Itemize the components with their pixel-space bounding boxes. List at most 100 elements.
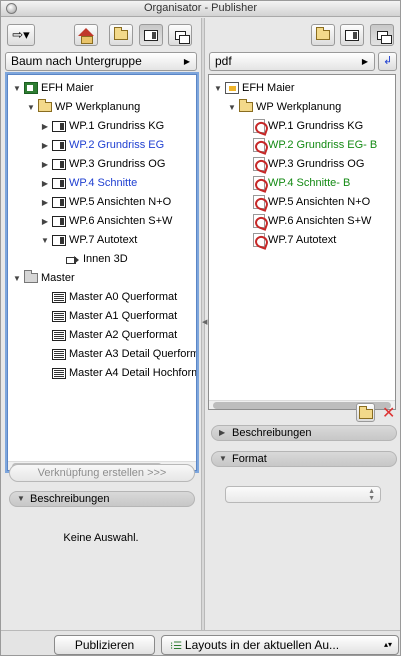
delete-x-icon: ✕ bbox=[382, 405, 396, 422]
layout-icon bbox=[52, 158, 66, 170]
publisher-set-options-button[interactable]: ↲ bbox=[378, 52, 397, 71]
organizer-tree[interactable]: ▼ EFH Maier ▼ WP Werkplanung ▶ WP.1 Grundriss… bbox=[7, 74, 197, 471]
descriptions-section-label: Beschreibungen bbox=[232, 427, 312, 439]
disclosure-triangle-icon[interactable]: ▼ bbox=[40, 236, 50, 245]
descriptions-section-right[interactable]: ▶ Beschreibungen bbox=[211, 425, 397, 441]
close-icon[interactable] bbox=[6, 3, 17, 14]
tree-row-label: Master A3 Detail Querformat bbox=[69, 348, 197, 360]
tree-row-label: EFH Maier bbox=[41, 82, 94, 94]
tree-row-label: WP.6 Ansichten S+W bbox=[268, 215, 372, 227]
tree-row[interactable]: WP.7 Autotext bbox=[209, 231, 336, 249]
tree-row[interactable]: Innen 3D bbox=[8, 250, 128, 268]
tree-row[interactable]: ▼ Master bbox=[8, 269, 75, 287]
right-view-map-button[interactable] bbox=[311, 24, 335, 46]
publish-button[interactable]: Publizieren bbox=[54, 635, 155, 655]
layout-icon bbox=[144, 29, 158, 41]
layout-icon bbox=[52, 215, 66, 227]
tree-row[interactable]: WP.5 Ansichten N+O bbox=[209, 193, 370, 211]
tree-row-label: WP.3 Grundriss OG bbox=[69, 158, 166, 170]
tree-row[interactable]: ▶ WP.4 Schnitte bbox=[8, 174, 137, 192]
tree-row-label: WP.5 Ansichten N+O bbox=[69, 196, 172, 208]
disclosure-triangle-icon[interactable]: ▶ bbox=[40, 198, 50, 207]
options-icon: ↲ bbox=[383, 55, 393, 67]
tree-row-label: Master bbox=[41, 272, 75, 284]
disclosure-triangle-icon[interactable]: ▼ bbox=[12, 274, 22, 283]
publisher-set-dropdown[interactable]: pdf ▶ bbox=[209, 52, 375, 71]
disclosure-triangle-icon[interactable]: ▼ bbox=[12, 84, 22, 93]
format-section[interactable]: ▼ Format bbox=[211, 451, 397, 467]
export-button[interactable]: ⇨▾ bbox=[7, 24, 35, 46]
tree-row[interactable]: ▶ WP.1 Grundriss KG bbox=[8, 117, 164, 135]
master-icon bbox=[52, 329, 66, 341]
tree-row-label: WP.1 Grundriss KG bbox=[69, 120, 165, 132]
right-publisher-sets-button[interactable] bbox=[370, 24, 394, 46]
tree-row[interactable]: Master A1 Querformat bbox=[8, 307, 177, 325]
tree-row[interactable]: ▼ EFH Maier bbox=[209, 79, 295, 97]
tree-row-label: WP.4 Schnitte bbox=[69, 177, 138, 189]
list-icon: ⁝☰ bbox=[170, 641, 185, 652]
disclosure-triangle-icon[interactable]: ▼ bbox=[26, 103, 36, 112]
tree-row[interactable]: WP.6 Ansichten S+W bbox=[209, 212, 371, 230]
pdf-icon bbox=[253, 157, 265, 171]
tree-row[interactable]: WP.1 Grundriss KG bbox=[209, 117, 363, 135]
tree-row[interactable]: ▼ EFH Maier bbox=[8, 79, 94, 97]
layout-icon bbox=[52, 120, 66, 132]
disclosure-triangle-icon[interactable]: ▶ bbox=[40, 141, 50, 150]
format-select[interactable]: ▲ ▼ bbox=[225, 486, 381, 503]
format-section-label: Format bbox=[232, 453, 267, 465]
tree-row-label: WP.4 Schnitte- B bbox=[268, 177, 351, 189]
tree-row[interactable]: ▼ WP.7 Autotext bbox=[8, 231, 137, 249]
tree-row[interactable]: WP.3 Grundriss OG bbox=[209, 155, 364, 173]
tree-mode-dropdown[interactable]: Baum nach Untergruppe ▶ bbox=[5, 52, 197, 71]
right-layout-book-button[interactable] bbox=[340, 24, 364, 46]
tree-row[interactable]: Master A4 Detail Hochformat bbox=[8, 364, 196, 382]
tree-row[interactable]: Master A3 Detail Querformat bbox=[8, 345, 197, 363]
project-map-button[interactable] bbox=[74, 24, 98, 46]
tree-row-label: Innen 3D bbox=[83, 253, 128, 265]
layout-book-button[interactable] bbox=[139, 24, 163, 46]
master-icon bbox=[52, 310, 66, 322]
tree-row[interactable]: WP.4 Schnitte- B bbox=[209, 174, 350, 192]
tree-row[interactable]: Master A0 Querformat bbox=[8, 288, 177, 306]
publisher-sets-button[interactable] bbox=[168, 24, 192, 46]
no-selection-text: Keine Auswahl. bbox=[63, 532, 139, 544]
create-link-button[interactable]: Verknüpfung erstellen >>> bbox=[9, 464, 195, 482]
layout-icon bbox=[345, 29, 359, 41]
disclosure-triangle-icon[interactable]: ▶ bbox=[40, 160, 50, 169]
tree-row[interactable]: ▶ WP.2 Grundriss EG bbox=[8, 136, 164, 154]
layout-icon bbox=[52, 196, 66, 208]
layout-icon bbox=[52, 139, 66, 151]
tree-row[interactable]: ▶ WP.6 Ansichten S+W bbox=[8, 212, 173, 230]
publish-scope-dropdown[interactable]: ⁝☰ Layouts in der aktuellen Au... ▴▾ bbox=[161, 635, 399, 655]
tree-row[interactable]: ▼ WP Werkplanung bbox=[8, 98, 140, 116]
new-folder-button[interactable] bbox=[356, 403, 375, 422]
disclosure-triangle-icon[interactable]: ▶ bbox=[40, 122, 50, 131]
descriptions-section-left[interactable]: ▼ Beschreibungen bbox=[9, 491, 195, 507]
view-map-button[interactable] bbox=[109, 24, 133, 46]
tree-mode-value: Baum nach Untergruppe bbox=[11, 54, 142, 68]
rootpub-icon bbox=[225, 82, 239, 94]
tree-row[interactable]: ▶ WP.5 Ansichten N+O bbox=[8, 193, 171, 211]
window-title: Organisator - Publisher bbox=[143, 2, 258, 14]
pdf-icon bbox=[253, 214, 265, 228]
disclosure-triangle-icon[interactable]: ▶ bbox=[40, 217, 50, 226]
disclosure-triangle-icon: ▶ bbox=[219, 428, 226, 437]
disclosure-triangle-icon[interactable]: ▼ bbox=[227, 103, 237, 112]
bottom-bar: Publizieren ⁝☰ Layouts in der aktuellen … bbox=[1, 630, 400, 655]
pdf-icon bbox=[253, 233, 265, 247]
folder-icon bbox=[38, 99, 52, 112]
dropdown-arrow-icon: ▶ bbox=[183, 57, 190, 66]
delete-button[interactable]: ✕ bbox=[378, 403, 397, 422]
pdf-icon bbox=[253, 176, 265, 190]
title-bar[interactable]: Organisator - Publisher bbox=[1, 1, 400, 17]
descriptions-section-label: Beschreibungen bbox=[30, 493, 110, 505]
disclosure-triangle-icon[interactable]: ▶ bbox=[40, 179, 50, 188]
publisher-window: Organisator - Publisher ⇨▾ Baum nach Unt… bbox=[0, 0, 401, 656]
tree-row[interactable]: Master A2 Querformat bbox=[8, 326, 177, 344]
tree-row[interactable]: WP.2 Grundriss EG- B bbox=[209, 136, 377, 154]
tree-row[interactable]: ▶ WP.3 Grundriss OG bbox=[8, 155, 165, 173]
disclosure-triangle-icon[interactable]: ▼ bbox=[213, 84, 223, 93]
tree-row[interactable]: ▼ WP Werkplanung bbox=[209, 98, 341, 116]
publisher-tree[interactable]: ▼ EFH Maier ▼ WP Werkplanung WP.1 Grundriss … bbox=[208, 74, 396, 410]
tree-row-label: Master A1 Querformat bbox=[69, 310, 178, 322]
